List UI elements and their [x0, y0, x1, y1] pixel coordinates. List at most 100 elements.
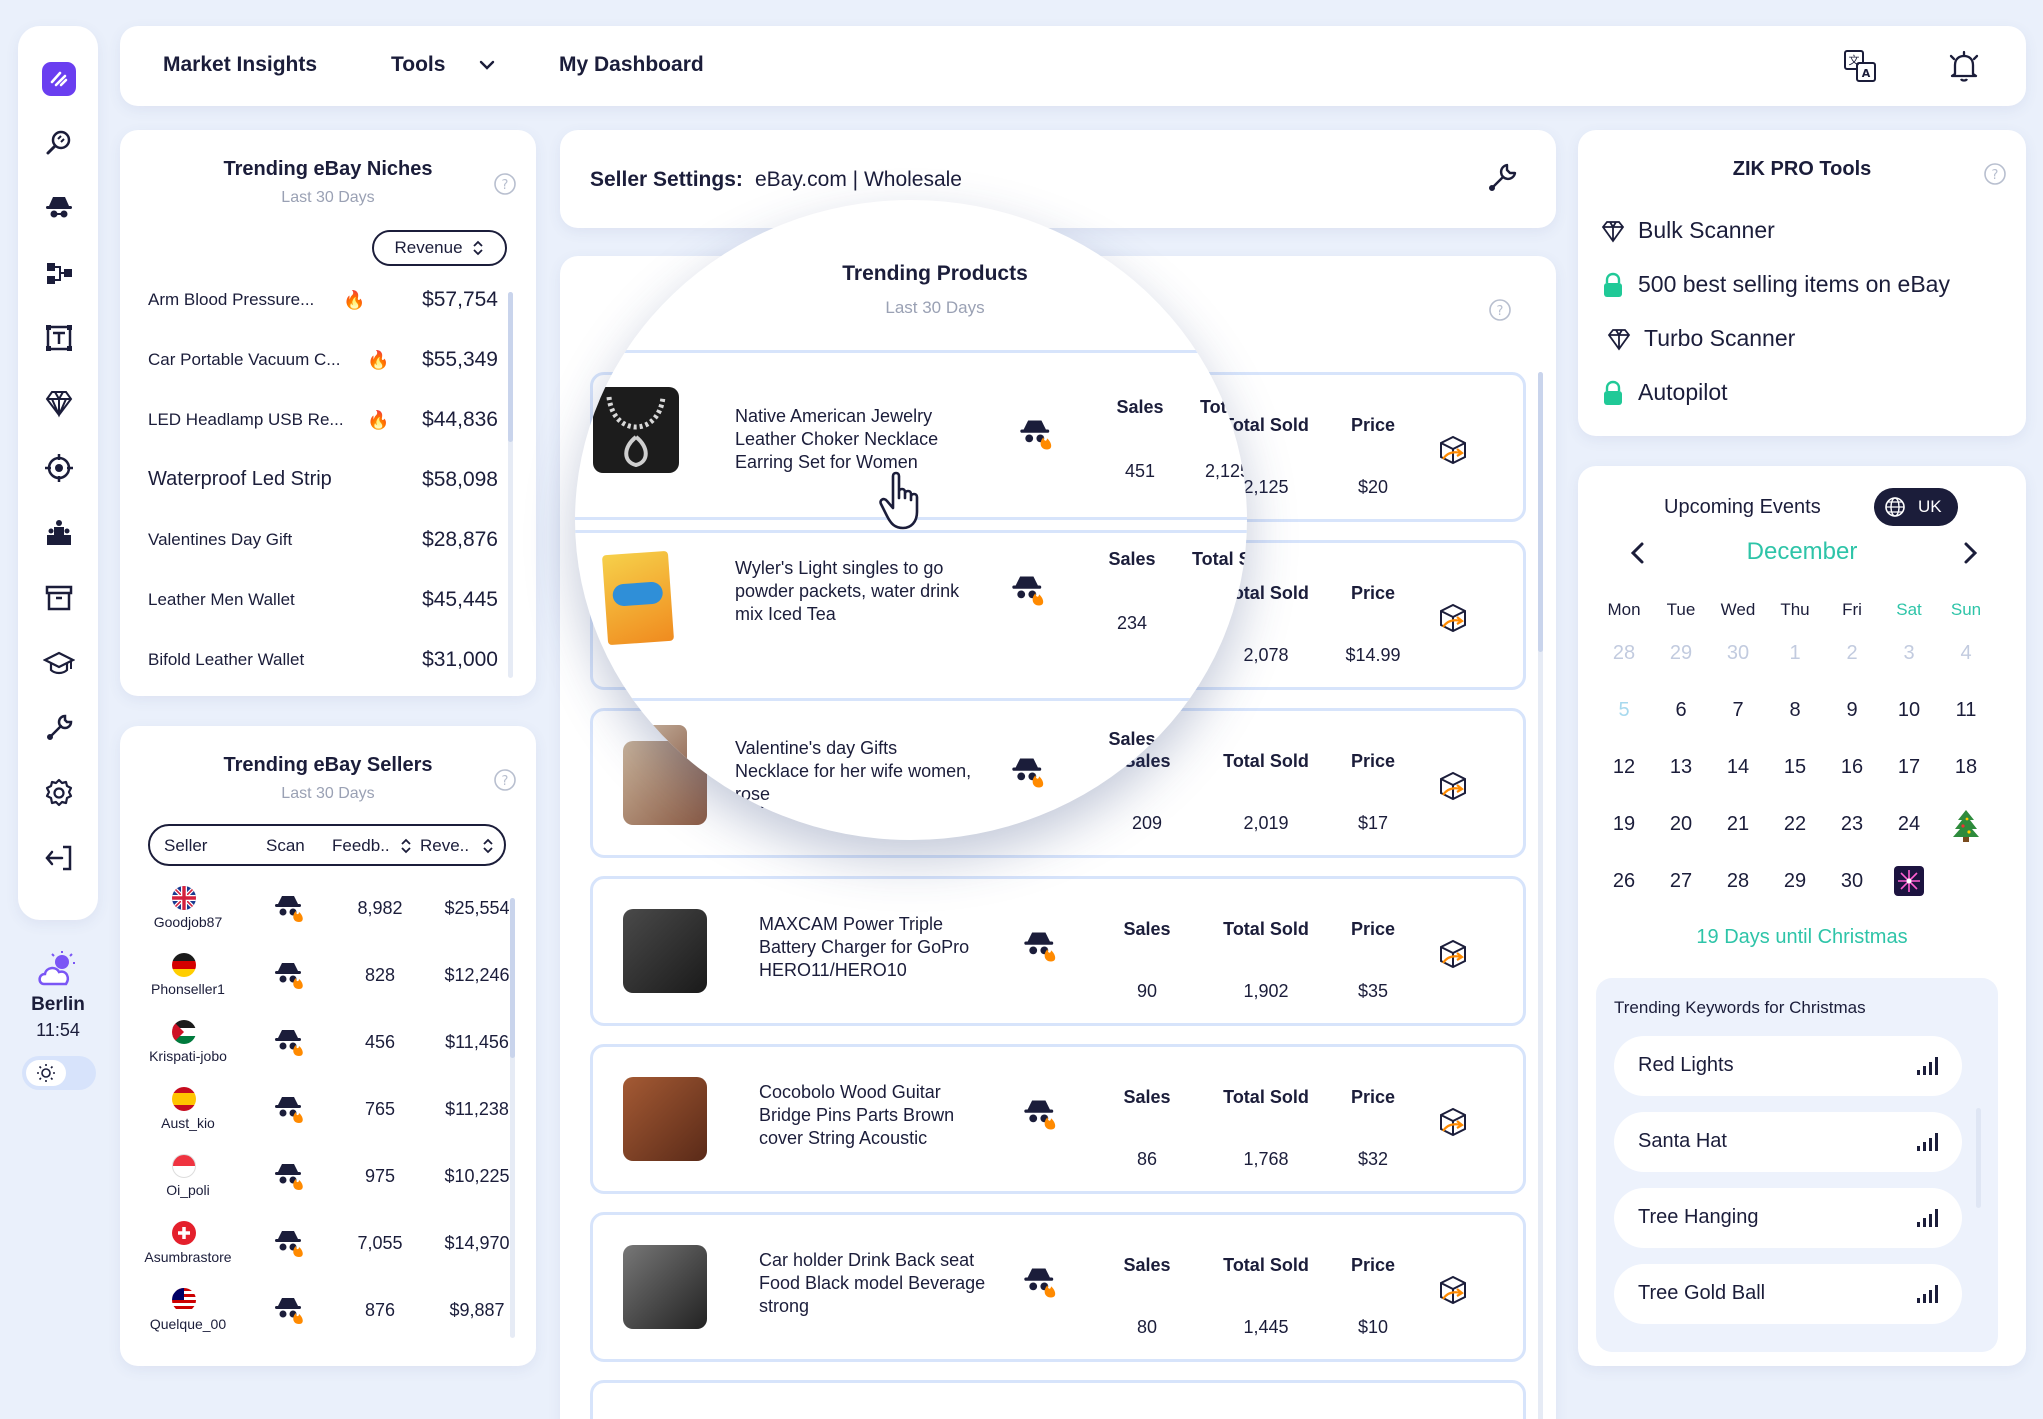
product-box-icon[interactable] — [1435, 1103, 1471, 1139]
nav-market-insights[interactable]: Market Insights — [163, 53, 317, 77]
calendar-day[interactable]: 7 — [1710, 699, 1766, 722]
niche-row[interactable]: Car Portable Vacuum C... 🔥 $55,349 — [148, 346, 498, 376]
zoomed-product-row[interactable]: Wyler's Light singles to go powder packe… — [575, 530, 1247, 690]
product-row[interactable]: Car holder Drink Back seat Food Black mo… — [590, 1212, 1526, 1362]
spy-icon[interactable] — [1021, 1095, 1061, 1135]
seller-row[interactable]: Krispati-jobo 456 $11,456 — [120, 1020, 536, 1080]
spy-icon[interactable] — [1009, 571, 1049, 611]
archive-icon[interactable] — [42, 581, 76, 615]
theme-toggle[interactable] — [22, 1056, 96, 1090]
niche-row[interactable]: Waterproof Led Strip $58,098 — [148, 466, 498, 496]
scan-spy-icon[interactable] — [272, 959, 308, 993]
col-scan[interactable]: Scan — [266, 836, 305, 856]
niche-row[interactable]: LED Headlamp USB Re... 🔥 $44,836 — [148, 406, 498, 436]
spy-icon[interactable] — [1017, 415, 1057, 455]
keyword-pill[interactable]: Santa Hat — [1614, 1112, 1962, 1172]
calendar-day[interactable]: 15 — [1767, 756, 1823, 779]
keyword-pill[interactable]: Tree Hanging — [1614, 1188, 1962, 1248]
product-box-icon[interactable] — [1435, 431, 1471, 467]
niche-row[interactable]: Arm Blood Pressure... 🔥 $57,754 — [148, 286, 498, 316]
wrench-icon[interactable] — [1484, 160, 1520, 196]
diamond-icon[interactable] — [42, 386, 76, 420]
calendar-day[interactable]: 6 — [1653, 699, 1709, 722]
calendar-day[interactable]: 18 — [1938, 756, 1994, 779]
academy-icon[interactable] — [42, 646, 76, 680]
help-icon[interactable]: ? — [493, 768, 517, 792]
keyword-pill[interactable]: Red Lights — [1614, 1036, 1962, 1096]
calendar-day[interactable]: 11 — [1938, 699, 1994, 722]
scan-spy-icon[interactable] — [272, 1227, 308, 1261]
christmas-tree-icon[interactable] — [1950, 808, 1982, 842]
spy-icon[interactable] — [1021, 1263, 1061, 1303]
seller-row[interactable]: Aust_kio 765 $11,238 — [120, 1087, 536, 1147]
revenue-sort-select[interactable]: Revenue — [372, 230, 507, 266]
calendar-day[interactable]: 1 — [1767, 642, 1823, 665]
calendar-day[interactable]: 12 — [1596, 756, 1652, 779]
products-scroll-thumb[interactable] — [1538, 372, 1543, 652]
calendar-day[interactable]: 4 — [1938, 642, 1994, 665]
scan-spy-icon[interactable] — [272, 1026, 308, 1060]
product-row[interactable]: Cocobolo Wood Guitar Bridge Pins Parts B… — [590, 1044, 1526, 1194]
keyword-pill[interactable]: Tree Gold Ball — [1614, 1264, 1962, 1324]
calendar-day[interactable]: 10 — [1881, 699, 1937, 722]
translate-icon[interactable]: 文A — [1842, 48, 1878, 84]
calendar-day[interactable]: 2 — [1824, 642, 1880, 665]
seller-row[interactable]: Goodjob87 8,982 $25,554 — [120, 886, 536, 946]
calendar-day[interactable]: 13 — [1653, 756, 1709, 779]
spy-icon[interactable] — [1009, 753, 1049, 793]
chevron-right-icon[interactable] — [1956, 540, 1982, 566]
calendar-day[interactable]: 29 — [1653, 642, 1709, 665]
niche-row[interactable]: Bifold Leather Wallet $31,000 — [148, 646, 498, 676]
target-icon[interactable] — [42, 451, 76, 485]
seller-settings-bar[interactable]: Seller Settings: eBay.com | Wholesale — [560, 130, 1556, 228]
region-selector[interactable]: UK — [1874, 488, 1958, 526]
sort-icon[interactable] — [482, 838, 494, 859]
calendar-day[interactable]: 19 — [1596, 813, 1652, 836]
niche-row[interactable]: Valentines Day Gift $28,876 — [148, 526, 498, 556]
col-revenue[interactable]: Reve.. — [420, 836, 469, 856]
nav-tools[interactable]: Tools — [391, 53, 445, 77]
competitor-icon[interactable] — [42, 516, 76, 550]
calendar-day[interactable]: 29 — [1767, 870, 1823, 893]
calendar-day[interactable]: 3 — [1881, 642, 1937, 665]
nav-my-dashboard[interactable]: My Dashboard — [559, 53, 704, 77]
calendar-day[interactable]: 28 — [1710, 870, 1766, 893]
sort-icon[interactable] — [400, 838, 412, 859]
calendar-day[interactable]: 9 — [1824, 699, 1880, 722]
col-feedback[interactable]: Feedb.. — [332, 836, 390, 856]
calendar-day[interactable]: 26 — [1596, 870, 1652, 893]
help-icon[interactable]: ? — [1983, 162, 2007, 186]
col-seller[interactable]: Seller — [164, 836, 207, 856]
calendar-day[interactable]: 16 — [1824, 756, 1880, 779]
product-box-icon[interactable] — [1435, 1271, 1471, 1307]
seller-row[interactable]: Quelque_00 876 $9,887 — [120, 1288, 536, 1348]
seller-row[interactable]: Phonseller1 828 $12,246 — [120, 953, 536, 1013]
scan-spy-icon[interactable] — [272, 1160, 308, 1194]
calendar-day[interactable]: 21 — [1710, 813, 1766, 836]
tools-icon[interactable] — [42, 711, 76, 745]
calendar-day[interactable]: 27 — [1653, 870, 1709, 893]
calendar-day[interactable]: 23 — [1824, 813, 1880, 836]
calendar-day[interactable]: 28 — [1596, 642, 1652, 665]
title-builder-icon[interactable] — [42, 321, 76, 355]
calendar-day[interactable]: 17 — [1881, 756, 1937, 779]
logo-icon[interactable] — [42, 62, 76, 96]
calendar-day[interactable]: 30 — [1824, 870, 1880, 893]
logout-icon[interactable] — [42, 841, 76, 875]
zoomed-product-row[interactable]: Valentine's day Gifts Necklace for her w… — [575, 698, 1247, 840]
product-box-icon[interactable] — [1435, 935, 1471, 971]
spy-icon[interactable] — [42, 191, 76, 225]
scan-spy-icon[interactable] — [272, 1294, 308, 1328]
help-icon[interactable]: ? — [1488, 298, 1512, 322]
scan-spy-icon[interactable] — [272, 1093, 308, 1127]
product-box-icon[interactable] — [1435, 767, 1471, 803]
calendar-day[interactable]: 30 — [1710, 642, 1766, 665]
fireworks-icon[interactable] — [1894, 866, 1924, 896]
search-icon[interactable] — [42, 126, 76, 160]
settings-icon[interactable] — [42, 776, 76, 810]
scan-spy-icon[interactable] — [272, 892, 308, 926]
niches-scroll-thumb[interactable] — [508, 292, 513, 442]
spy-icon[interactable] — [1021, 927, 1061, 967]
chevron-down-icon[interactable] — [478, 56, 496, 74]
bell-icon[interactable] — [1946, 48, 1982, 84]
